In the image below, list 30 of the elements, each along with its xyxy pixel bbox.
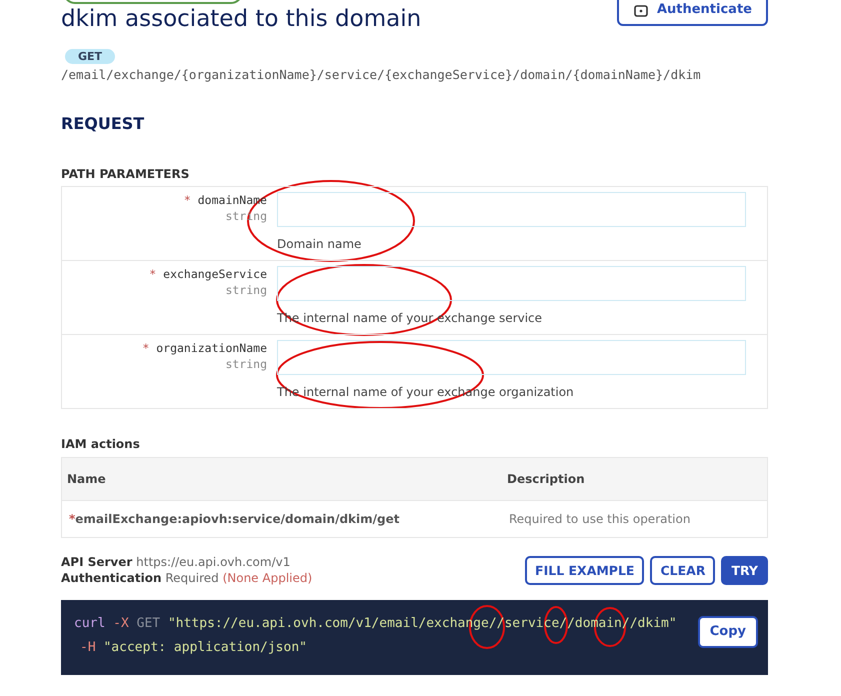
code-line: -H "accept: application/json" xyxy=(80,640,307,654)
page-title: dkim associated to this domain xyxy=(61,6,422,32)
required-marker: * xyxy=(69,512,76,526)
endpoint-path: /email/exchange/{organizationName}/service/{exchangeService}/domain/{domainName}/dkim xyxy=(61,67,702,82)
parameter-type: string xyxy=(224,357,267,371)
required-marker: * xyxy=(142,341,150,355)
action-button[interactable]: FILL EXAMPLE xyxy=(525,556,644,584)
authentication-value: Required xyxy=(165,571,219,585)
parameter-name: exchangeService xyxy=(163,267,267,281)
server-url: https://eu.api.ovh.com/v1 xyxy=(136,555,290,569)
action-button[interactable]: TRY xyxy=(721,556,768,584)
section-heading: REQUEST xyxy=(61,114,146,133)
authenticate-button[interactable]: Authenticate xyxy=(616,0,768,26)
server-label: API Server xyxy=(61,555,132,569)
authentication-label: Authentication xyxy=(61,571,162,585)
required-marker: * xyxy=(149,267,156,281)
section-heading: PATH PARAMETERS xyxy=(61,167,190,181)
parameter-description: Domain name xyxy=(277,237,362,251)
column-header: Name xyxy=(66,472,107,486)
required-marker: * xyxy=(184,193,191,207)
column-header: Description xyxy=(506,472,585,486)
table-cell-text: Required to use this operation xyxy=(508,512,690,526)
table-cell: emailExchange:apiovh:service/domain/dkim/get xyxy=(75,512,400,526)
copy-button[interactable]: Copy xyxy=(698,616,758,648)
parameter-type: string xyxy=(224,283,267,297)
action-button[interactable]: CLEAR xyxy=(650,556,716,584)
section-heading: IAM actions xyxy=(61,437,141,451)
authentication-status: (None Applied) xyxy=(222,571,312,585)
parameter-name: organizationName xyxy=(156,341,267,355)
method-badge: GET xyxy=(65,49,115,64)
